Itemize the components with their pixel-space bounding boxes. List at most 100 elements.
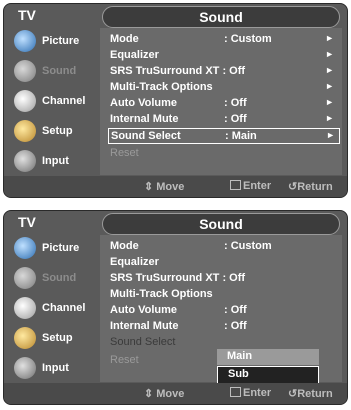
sidebar-label: Setup	[42, 332, 73, 344]
sidebar-item-input[interactable]: Input	[4, 353, 100, 383]
sidebar-item-picture[interactable]: Picture	[4, 233, 100, 263]
title-bar: Sound	[102, 6, 340, 28]
menu-item-auto-volume[interactable]: Auto Volume : Off ►	[110, 96, 338, 111]
sidebar-label: Input	[42, 155, 69, 167]
menu-label: Equalizer	[110, 49, 159, 61]
sidebar-item-channel[interactable]: Channel	[4, 293, 100, 323]
enter-icon	[230, 180, 241, 190]
arrow-right-icon: ►	[325, 97, 334, 107]
menu-item-mode[interactable]: Mode : Custom ►	[110, 32, 338, 47]
menu-item-sound-select[interactable]: Sound Select	[110, 335, 338, 350]
menu-item-sound-select[interactable]: Sound Select : Main ►	[108, 128, 340, 144]
sidebar-label: Picture	[42, 242, 80, 254]
picture-icon	[14, 30, 36, 52]
sidebar-label: Picture	[42, 35, 80, 47]
sound-menu-screen-1: TV Sound Picture Sound Channel Setup Inp…	[3, 3, 348, 198]
menu-title: Sound	[199, 216, 243, 232]
enter-label: Enter	[243, 180, 272, 192]
sidebar-item-setup[interactable]: Setup	[4, 323, 100, 353]
sidebar-item-picture[interactable]: Picture	[4, 26, 100, 56]
menu-value: : Off	[224, 304, 247, 316]
menu-label: SRS TruSurround XT : Off	[110, 272, 246, 284]
menu-item-equalizer[interactable]: Equalizer ►	[110, 48, 338, 63]
return-hint: ↺Return	[288, 387, 333, 400]
menu-label: Internal Mute	[110, 113, 179, 125]
menu-label: Multi-Track Options	[110, 81, 213, 93]
input-icon	[14, 150, 36, 172]
sidebar-label: Channel	[42, 95, 86, 107]
title-bar: Sound	[102, 213, 340, 235]
menu-label: Reset	[110, 147, 139, 159]
menu-item-srs[interactable]: SRS TruSurround XT : Off ►	[110, 64, 338, 79]
setup-icon	[14, 327, 36, 349]
sidebar-item-channel[interactable]: Channel	[4, 86, 100, 116]
menu-label: Equalizer	[110, 256, 159, 268]
sidebar: Picture Sound Channel Setup Input	[4, 233, 100, 382]
move-hint: ⇕ Move	[144, 388, 185, 400]
menu-item-multi-track[interactable]: Multi-Track Options	[110, 287, 338, 302]
menu-title: Sound	[199, 9, 243, 25]
menu-list: Mode : Custom ► Equalizer ► SRS TruSurro…	[100, 28, 342, 175]
sound-select-dropdown[interactable]: Main Sub	[217, 349, 319, 384]
channel-icon	[14, 90, 36, 112]
footer-bar: ⇕ Move Enter ↺Return	[4, 383, 347, 404]
menu-label: Auto Volume	[110, 304, 178, 316]
return-label: Return	[297, 181, 333, 193]
menu-item-multi-track[interactable]: Multi-Track Options ►	[110, 80, 338, 95]
menu-value: : Off	[224, 320, 247, 332]
sidebar-label: Input	[42, 362, 69, 374]
arrow-right-icon: ►	[325, 113, 334, 123]
arrow-right-icon: ►	[326, 130, 335, 140]
menu-value: : Off	[224, 97, 247, 109]
sidebar-item-setup[interactable]: Setup	[4, 116, 100, 146]
sound-icon	[14, 267, 36, 289]
menu-item-srs[interactable]: SRS TruSurround XT : Off	[110, 271, 338, 286]
sidebar-label: Sound	[42, 65, 77, 77]
menu-label: Mode	[110, 240, 139, 252]
setup-icon	[14, 120, 36, 142]
menu-value: : Custom	[224, 33, 272, 45]
sidebar-item-sound[interactable]: Sound	[4, 263, 100, 293]
menu-label: Internal Mute	[110, 320, 179, 332]
arrow-right-icon: ►	[325, 65, 334, 75]
dropdown-option-sub[interactable]: Sub	[217, 366, 319, 384]
option-label: Sub	[228, 368, 249, 380]
channel-icon	[14, 297, 36, 319]
sidebar-item-sound[interactable]: Sound	[4, 56, 100, 86]
menu-item-internal-mute[interactable]: Internal Mute : Off ►	[110, 112, 338, 127]
menu-label: Sound Select	[111, 130, 181, 142]
menu-item-equalizer[interactable]: Equalizer	[110, 255, 338, 270]
arrow-right-icon: ►	[325, 49, 334, 59]
enter-label: Enter	[243, 387, 272, 399]
dropdown-option-main[interactable]: Main	[217, 349, 319, 365]
sound-menu-screen-2: TV Sound Picture Sound Channel Setup Inp…	[3, 210, 348, 405]
return-hint: ↺Return	[288, 180, 333, 193]
tv-label: TV	[18, 7, 36, 23]
option-label: Main	[227, 350, 253, 362]
input-icon	[14, 357, 36, 379]
enter-hint: Enter	[230, 387, 271, 399]
tv-label: TV	[18, 214, 36, 230]
sidebar-item-input[interactable]: Input	[4, 146, 100, 176]
menu-item-auto-volume[interactable]: Auto Volume : Off	[110, 303, 338, 318]
return-icon: ↺	[288, 181, 298, 193]
menu-label: Reset	[110, 354, 139, 366]
menu-value: : Main	[225, 130, 257, 142]
arrow-right-icon: ►	[325, 33, 334, 43]
return-label: Return	[297, 388, 333, 400]
sidebar-label: Channel	[42, 302, 86, 314]
enter-hint: Enter	[230, 180, 271, 192]
sidebar-label: Sound	[42, 272, 77, 284]
menu-item-internal-mute[interactable]: Internal Mute : Off	[110, 319, 338, 334]
sidebar-label: Setup	[42, 125, 73, 137]
enter-icon	[230, 387, 241, 397]
move-hint: ⇕ Move	[144, 181, 185, 193]
picture-icon	[14, 237, 36, 259]
menu-item-reset[interactable]: Reset	[110, 146, 338, 161]
sound-icon	[14, 60, 36, 82]
sidebar: Picture Sound Channel Setup Input	[4, 26, 100, 175]
menu-value: : Custom	[224, 240, 272, 252]
arrow-right-icon: ►	[325, 81, 334, 91]
menu-value: : Off	[224, 113, 247, 125]
menu-item-mode[interactable]: Mode : Custom	[110, 239, 338, 254]
